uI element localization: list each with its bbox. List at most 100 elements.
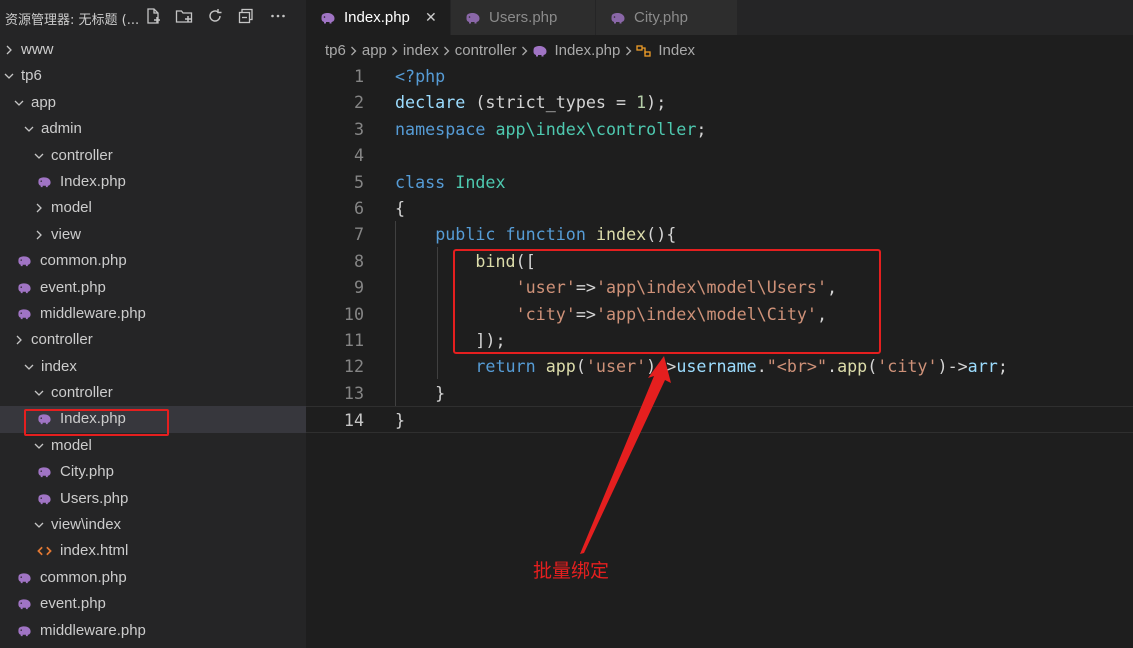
chevron-down-icon[interactable] (33, 433, 45, 459)
php-elephant-icon (320, 12, 336, 24)
chevron-down-icon[interactable] (33, 380, 45, 406)
code-line[interactable]: 8 bind([ (306, 248, 1133, 274)
tree-folder-item[interactable]: app (0, 90, 306, 116)
code-text: namespace app\index\controller; (395, 116, 706, 142)
close-icon[interactable]: ✕ (424, 9, 438, 26)
code-line[interactable]: 1 <?php (306, 63, 1133, 89)
collapse-all-icon[interactable] (236, 6, 256, 26)
code-text: declare (strict_types = 1); (395, 89, 666, 115)
tree-file-item[interactable]: common.php (0, 565, 306, 591)
code-token: "<br>" (766, 356, 828, 377)
code-token: app\index\controller (495, 118, 697, 139)
tree-file-item[interactable]: event.php (0, 275, 306, 301)
line-number: 8 (353, 250, 364, 271)
chevron-right-icon[interactable] (33, 222, 45, 248)
tab-index-php[interactable]: Index.php ✕ (306, 0, 450, 35)
tree-file-item[interactable]: Users.php (0, 486, 306, 512)
tree-file-item[interactable]: middleware.php (0, 301, 306, 327)
code-line[interactable]: 11 ]); (306, 327, 1133, 353)
tree-file-item[interactable]: event.php (0, 591, 306, 617)
tree-file-item[interactable]: Index.php (0, 406, 306, 433)
refresh-icon[interactable] (205, 6, 225, 26)
breadcrumb-item[interactable]: app (362, 40, 387, 62)
tree-item-label: controller (51, 146, 113, 164)
code-token: app (545, 356, 576, 377)
chevron-right-icon[interactable] (3, 37, 15, 63)
explorer-title: 资源管理器: 无标题 (... (5, 13, 140, 28)
tab-label: Index.php (344, 9, 410, 26)
tree-folder-item[interactable]: index (0, 354, 306, 380)
chevron-down-icon[interactable] (3, 63, 15, 89)
new-file-icon[interactable] (143, 6, 163, 26)
code-line[interactable]: 2 declare (strict_types = 1); (306, 89, 1133, 115)
code-text: class Index (395, 169, 506, 195)
breadcrumb-item[interactable]: Index (658, 40, 695, 62)
code-line[interactable]: 4 (306, 142, 1133, 168)
code-line[interactable]: 14} (306, 406, 1133, 433)
tree-folder-item[interactable]: controller (0, 380, 306, 406)
chevron-down-icon[interactable] (13, 90, 25, 116)
tree-folder-item[interactable]: model (0, 433, 306, 459)
chevron-right-icon[interactable] (33, 195, 45, 221)
code-line[interactable]: 12 return app('user')->username."<br>".a… (306, 353, 1133, 379)
tree-file-item[interactable]: middleware.php (0, 618, 306, 644)
chevron-right-icon[interactable] (13, 327, 25, 353)
code-line[interactable]: 10 'city'=>'app\index\model\City', (306, 301, 1133, 327)
tree-file-item[interactable]: Index.php (0, 169, 306, 195)
tree-item-label: common.php (40, 568, 127, 586)
tree-folder-item[interactable]: view\index (0, 512, 306, 538)
tree-folder-item[interactable]: controller (0, 143, 306, 169)
tree-file-item[interactable]: index.html (0, 538, 306, 564)
php-elephant-icon (610, 12, 626, 24)
php-elephant-icon (16, 248, 32, 274)
code-line[interactable]: 5 class Index (306, 169, 1133, 195)
tree-file-item[interactable]: City.php (0, 459, 306, 485)
tree-folder-item[interactable]: model (0, 195, 306, 221)
chevron-down-icon[interactable] (23, 116, 35, 142)
code-line[interactable]: 6{ (306, 195, 1133, 221)
tree-folder-item[interactable]: admin (0, 116, 306, 142)
code-token: namespace (395, 118, 486, 139)
tab-city-php[interactable]: City.php (596, 0, 737, 35)
breadcrumb-item[interactable]: index (403, 40, 439, 62)
code-line[interactable]: 7 public function index(){ (306, 221, 1133, 247)
chevron-down-icon[interactable] (23, 354, 35, 380)
code-text: bind([ (395, 248, 535, 274)
chevron-right-icon (346, 46, 362, 56)
code-token: Index (455, 171, 506, 192)
chevron-down-icon[interactable] (33, 512, 45, 538)
tree-file-item[interactable]: common.php (0, 248, 306, 274)
breadcrumb-item[interactable]: controller (455, 40, 517, 62)
code-editor[interactable]: 1 <?php 2 declare (strict_types = 1); 3 names… (306, 62, 1133, 648)
php-elephant-icon (16, 618, 32, 644)
code-line[interactable]: 13 } (306, 380, 1133, 406)
code-token: 'city' (877, 356, 938, 377)
tree-item-label: Index.php (60, 172, 126, 190)
tree-folder-item[interactable]: controller (0, 327, 306, 353)
more-icon[interactable] (268, 6, 288, 26)
tree-item-label: www (21, 41, 54, 58)
line-number: 1 (353, 66, 364, 86)
chevron-down-icon[interactable] (33, 143, 45, 169)
new-folder-icon[interactable] (174, 6, 194, 26)
breadcrumb-item[interactable]: tp6 (325, 40, 346, 62)
tree-item-label: view (51, 225, 82, 243)
breadcrumb-item[interactable]: Index.php (554, 40, 620, 62)
code-token: ]); (475, 330, 506, 350)
code-line[interactable]: 3 namespace app\index\controller; (306, 116, 1133, 142)
php-elephant-icon (16, 565, 32, 591)
line-number: 11 (343, 330, 364, 350)
explorer-sidebar: 资源管理器: 无标题 (... www tp6 app admin controller… (0, 0, 306, 648)
tree-folder-item[interactable]: view (0, 222, 306, 248)
code-text: 'city'=>'app\index\model\City', (395, 301, 827, 327)
tree-folder-item[interactable]: tp6 (0, 63, 306, 89)
tree-folder-item[interactable]: www (0, 37, 306, 63)
code-token: class (395, 171, 446, 192)
code-line[interactable]: 9 'user'=>'app\index\model\Users', (306, 274, 1133, 300)
tab-users-php[interactable]: Users.php (451, 0, 595, 35)
code-token: 'app\index\model\City' (595, 303, 817, 324)
php-elephant-icon (36, 459, 52, 485)
